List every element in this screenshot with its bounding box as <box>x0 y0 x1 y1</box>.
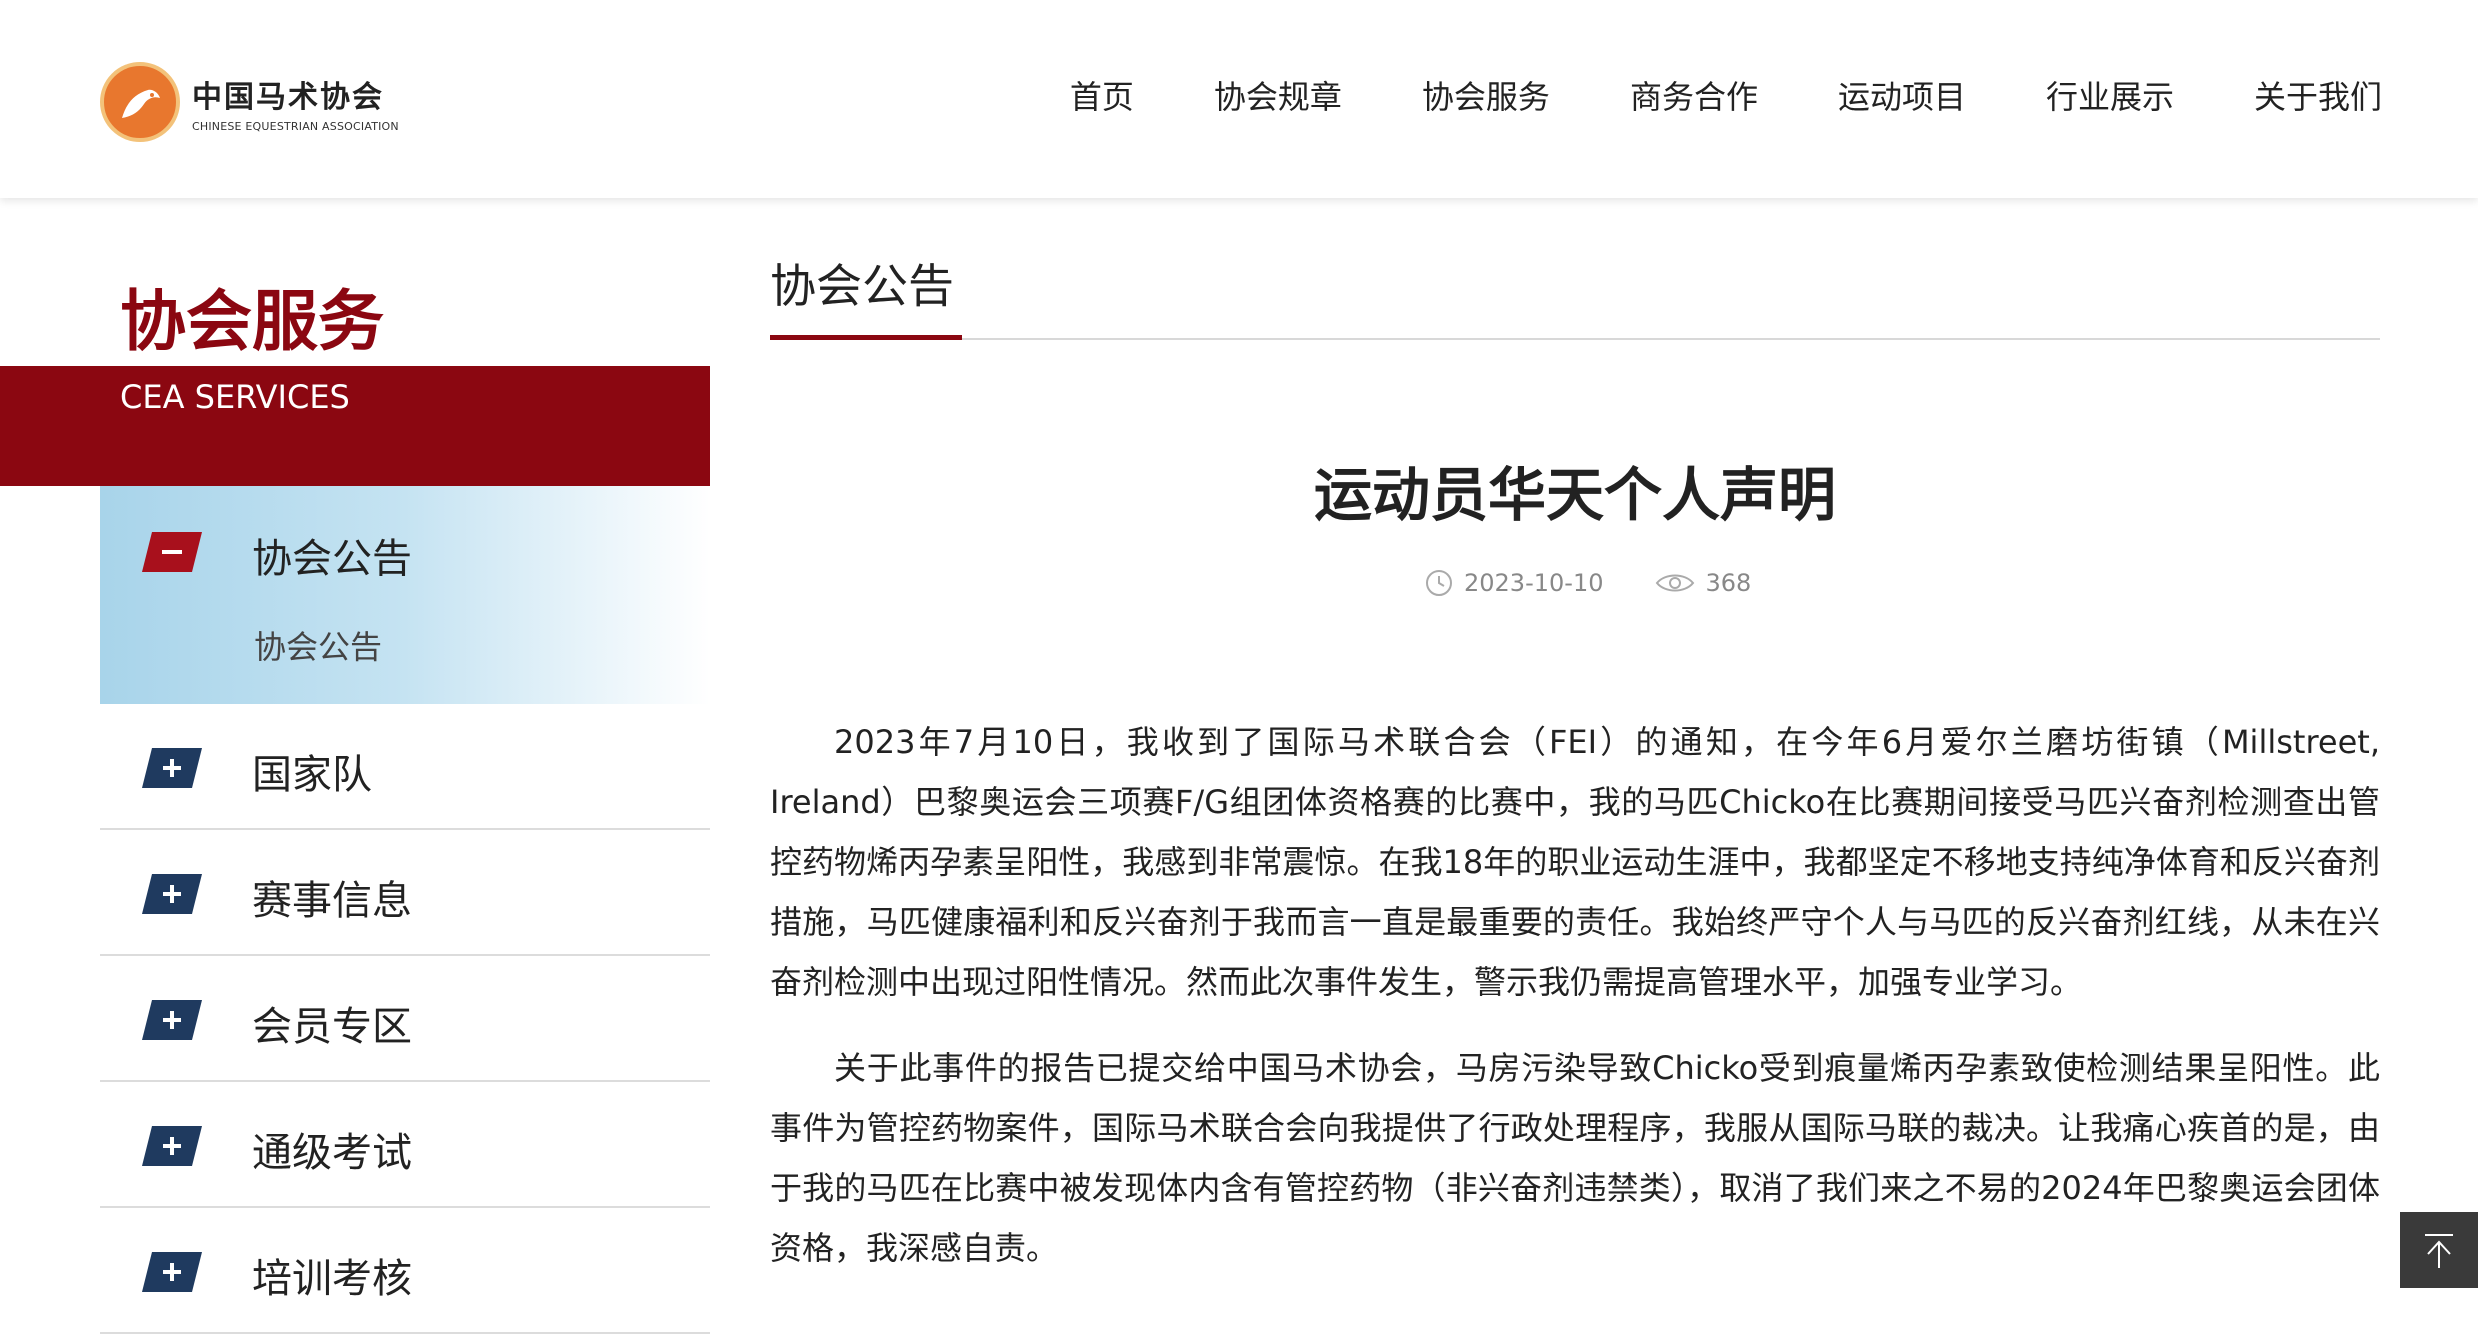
article-body: 2023年7月10日，我收到了国际马术联合会（FEI）的通知，在今年6月爱尔兰磨… <box>770 712 2380 1304</box>
nav-industry[interactable]: 行业展示 <box>2046 72 2174 118</box>
sidebar-title: 协会服务 <box>120 283 384 360</box>
article-paragraph: 2023年7月10日，我收到了国际马术联合会（FEI）的通知，在今年6月爱尔兰磨… <box>770 723 2380 1001</box>
plus-icon[interactable] <box>142 1000 202 1040</box>
arrow-up-icon <box>2425 1234 2453 1268</box>
section-divider-accent <box>770 335 962 340</box>
sidebar-item-label: 国家队 <box>252 752 372 798</box>
clock-icon <box>1426 570 1452 596</box>
sidebar-item-announcements[interactable]: 协会公告 协会公告 <box>100 486 710 704</box>
section-heading: 协会公告 <box>770 259 954 313</box>
sidebar-item-training[interactable]: 培训考核 <box>100 1208 710 1334</box>
nav-services[interactable]: 协会服务 <box>1422 72 1550 118</box>
logo-name-en: CHINESE EQUESTRIAN ASSOCIATION <box>192 119 399 133</box>
sidebar-menu: 协会公告 协会公告 国家队 赛事信息 会员专区 通级考试 培训考核 <box>100 486 710 1334</box>
section-divider <box>770 338 2380 340</box>
sidebar-item-label: 培训考核 <box>252 1256 412 1302</box>
plus-icon[interactable] <box>142 1252 202 1292</box>
plus-icon[interactable] <box>142 1126 202 1166</box>
sidebar-subitem-announcements[interactable]: 协会公告 <box>254 622 382 668</box>
site-header: 中国马术协会 CHINESE EQUESTRIAN ASSOCIATION 首页… <box>0 0 2478 198</box>
sidebar-item-events[interactable]: 赛事信息 <box>100 830 710 956</box>
sidebar-item-label: 通级考试 <box>252 1130 412 1176</box>
nav-sports[interactable]: 运动项目 <box>1838 72 1966 118</box>
main-nav: 首页 协会规章 协会服务 商务合作 运动项目 行业展示 关于我们 <box>990 72 2382 118</box>
nav-regulations[interactable]: 协会规章 <box>1214 72 1342 118</box>
article-title: 运动员华天个人声明 <box>1313 461 1836 529</box>
article-meta: 2023-10-10 368 <box>1424 568 1751 598</box>
sidebar-band <box>0 366 710 486</box>
minus-icon[interactable] <box>142 532 202 572</box>
sidebar-subtitle: CEA SERVICES <box>120 378 350 416</box>
sidebar-item-members[interactable]: 会员专区 <box>100 956 710 1082</box>
site-logo[interactable]: 中国马术协会 CHINESE EQUESTRIAN ASSOCIATION <box>100 62 399 142</box>
article-views: 368 <box>1705 569 1752 597</box>
logo-name-cn: 中国马术协会 <box>192 79 384 115</box>
sidebar-item-label: 赛事信息 <box>252 878 412 924</box>
horse-emblem-icon <box>100 62 180 142</box>
plus-icon[interactable] <box>142 874 202 914</box>
sidebar-item-label: 会员专区 <box>252 1004 412 1050</box>
article-date: 2023-10-10 <box>1464 569 1604 597</box>
article-paragraph: 关于此事件的报告已提交给中国马术协会，马房污染导致Chicko受到痕量烯丙孕素致… <box>770 1049 2380 1267</box>
back-to-top-button[interactable] <box>2400 1212 2478 1288</box>
sidebar-item-label: 协会公告 <box>252 536 412 582</box>
nav-home[interactable]: 首页 <box>1070 72 1134 118</box>
nav-about[interactable]: 关于我们 <box>2254 72 2382 118</box>
eye-icon <box>1656 574 1695 592</box>
plus-icon[interactable] <box>142 748 202 788</box>
sidebar-item-exams[interactable]: 通级考试 <box>100 1082 710 1208</box>
nav-business[interactable]: 商务合作 <box>1630 72 1758 118</box>
sidebar-item-national-team[interactable]: 国家队 <box>100 704 710 830</box>
